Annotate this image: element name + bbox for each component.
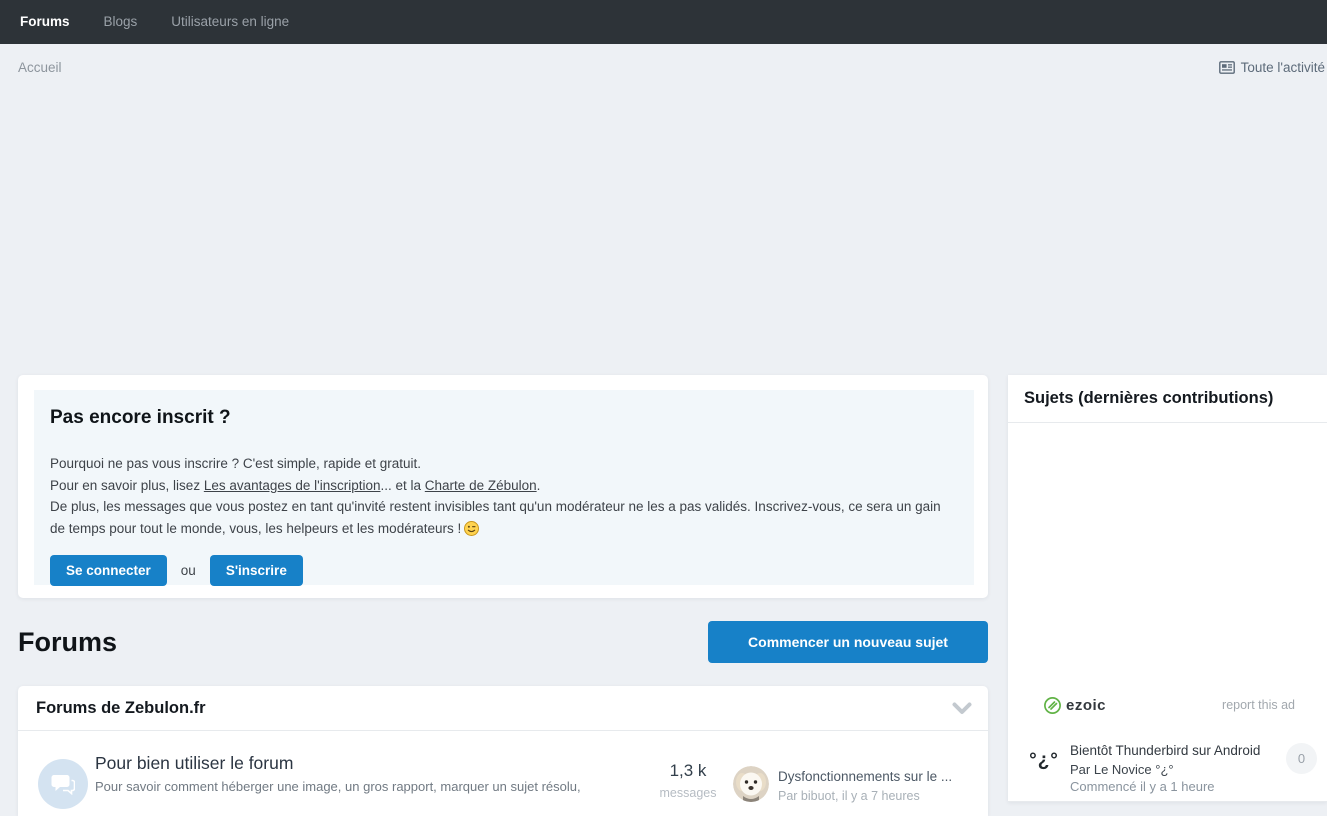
forum-stats: 1,3 k messages: [643, 761, 733, 800]
sidebar-title: Sujets (dernières contributions): [1024, 389, 1274, 407]
sidebar-topic-item: °¿° Bientôt Thunderbird sur Android Par …: [1008, 735, 1327, 802]
ezoic-logo[interactable]: ezoic: [1044, 697, 1106, 714]
forum-category-panel: Forums de Zebulon.fr Pour bien utiliser …: [18, 686, 988, 816]
signup-line2: Pour en savoir plus, lisez Les avantages…: [50, 475, 958, 497]
nav-tab-forums[interactable]: Forums: [3, 0, 87, 44]
collapse-category-button[interactable]: [952, 702, 972, 715]
sidebar-topic-started-link[interactable]: Commencé il y a 1 heure: [1070, 779, 1215, 794]
ad-attribution-bar: ezoic report this ad: [1044, 695, 1295, 715]
signup-card: Pas encore inscrit ? Pourquoi ne pas vou…: [18, 375, 988, 598]
top-navbar: Forums Blogs Utilisateurs en ligne: [0, 0, 1327, 44]
sidebar-topic-byline: Par Le Novice °¿°: [1070, 762, 1174, 777]
charter-link[interactable]: Charte de Zébulon: [425, 478, 537, 493]
signup-line2-prefix: Pour en savoir plus, lisez: [50, 477, 204, 493]
signup-button-row: Se connecter ou S'inscrire: [50, 555, 958, 586]
last-poster-avatar[interactable]: [733, 766, 769, 802]
topics-sidebar: Sujets (dernières contributions) ezoic r…: [1008, 375, 1327, 802]
login-button[interactable]: Se connecter: [50, 555, 167, 586]
signup-line3-text: De plus, les messages que vous postez en…: [50, 499, 941, 536]
forum-posts-count: 1,3 k: [669, 761, 707, 780]
signup-line1: Pourquoi ne pas vous inscrire ? C'est si…: [50, 456, 422, 471]
topic-replies-badge: 0: [1286, 743, 1317, 774]
forum-posts-label: messages: [659, 786, 717, 800]
forum-row: Pour bien utiliser le forum Pour savoir …: [18, 731, 988, 815]
last-post-byline: Par bibuot, il y a 7 heures: [778, 789, 920, 803]
ezoic-icon: [1044, 696, 1061, 714]
newspaper-icon: [1218, 60, 1235, 74]
forums-section-header: Forums Commencer un nouveau sujet: [18, 621, 988, 663]
forum-category-title: Forums de Zebulon.fr: [36, 698, 206, 717]
ezoic-brand-text: ezoic: [1066, 696, 1107, 714]
sidebar-topic-title-link[interactable]: Bientôt Thunderbird sur Android: [1070, 743, 1260, 758]
page-title: Forums: [18, 626, 118, 657]
sidebar-header: Sujets (dernières contributions): [1008, 375, 1327, 423]
forum-category-header: Forums de Zebulon.fr: [18, 686, 988, 731]
signup-line2-suffix: .: [536, 477, 541, 493]
all-activity-label: Toute l'activité: [1240, 59, 1325, 75]
nav-tab-online-users[interactable]: Utilisateurs en ligne: [154, 0, 306, 44]
all-activity-link[interactable]: Toute l'activité: [1218, 59, 1325, 75]
forum-description: Pour savoir comment héberger une image, …: [95, 779, 581, 794]
signup-line2-mid: ... et la: [380, 477, 425, 493]
start-new-topic-button[interactable]: Commencer un nouveau sujet: [708, 621, 988, 663]
register-button[interactable]: S'inscrire: [209, 555, 303, 586]
or-text: ou: [180, 563, 196, 578]
wink-smiley-icon: [464, 520, 480, 543]
chevron-down-icon: [952, 702, 972, 715]
signup-message-box: Pas encore inscrit ? Pourquoi ne pas vou…: [34, 390, 974, 586]
signup-title: Pas encore inscrit ?: [50, 407, 231, 428]
signup-line3: De plus, les messages que vous postez en…: [50, 496, 958, 542]
last-post-title-link[interactable]: Dysfonctionnements sur le ...: [778, 769, 952, 784]
nav-tab-blogs[interactable]: Blogs: [87, 0, 155, 44]
breadcrumb-bar: Accueil Toute l'activité: [0, 44, 1327, 90]
forum-title-link[interactable]: Pour bien utiliser le forum: [95, 753, 293, 774]
registration-benefits-link[interactable]: Les avantages de l'inscription: [204, 478, 381, 493]
report-ad-link[interactable]: report this ad: [1222, 698, 1295, 712]
topic-author-avatar[interactable]: °¿°: [1025, 743, 1063, 779]
breadcrumb-home-link[interactable]: Accueil: [18, 60, 62, 75]
